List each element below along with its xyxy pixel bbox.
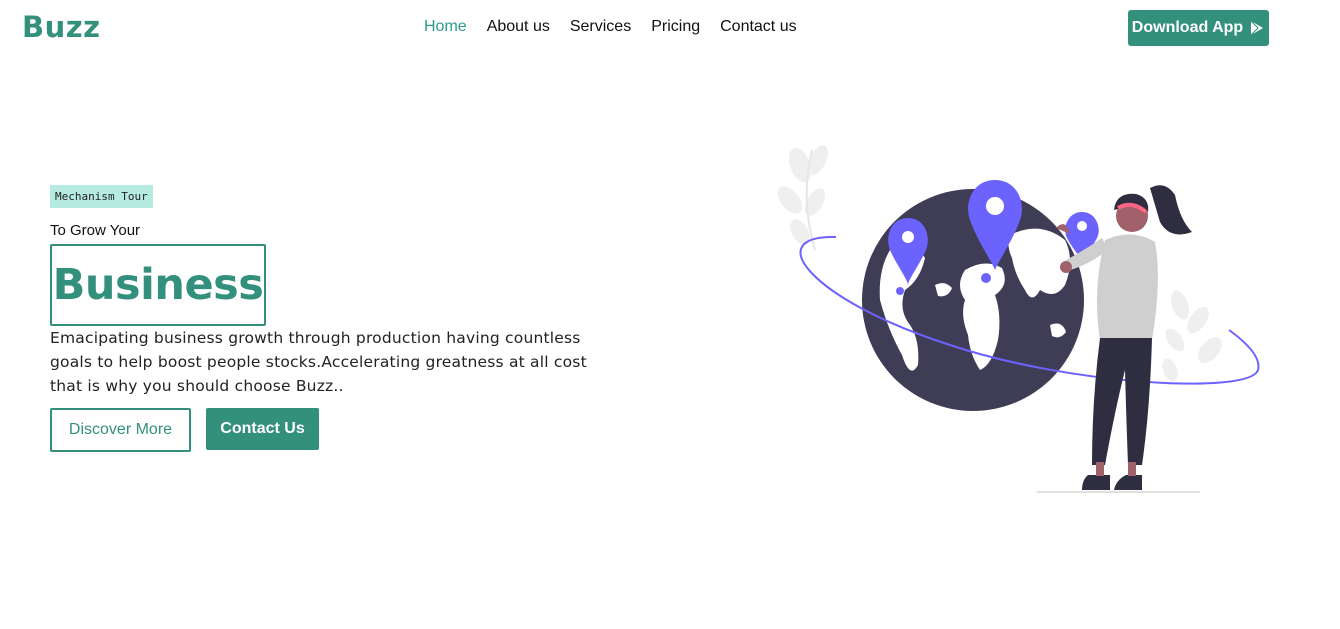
nav-home[interactable]: Home — [424, 18, 467, 36]
download-app-label: Download App — [1131, 19, 1244, 36]
contact-us-button[interactable]: Contact Us — [206, 408, 319, 450]
discover-more-button[interactable]: Discover More — [50, 408, 191, 452]
leaf-decoration-left-icon — [777, 145, 828, 251]
nav-services[interactable]: Services — [570, 18, 631, 36]
hero-tag: Mechanism Tour — [50, 185, 153, 208]
hero-description: Emacipating business growth through prod… — [50, 329, 587, 395]
play-store-icon — [1250, 20, 1264, 36]
hero-headline-box: Business — [50, 244, 266, 326]
download-app-button[interactable]: Download App — [1128, 10, 1269, 46]
hero-illustration — [777, 145, 1260, 493]
main-nav: Home About us Services Pricing Contact u… — [424, 18, 797, 36]
hero-headline: Business — [52, 260, 264, 310]
nav-about[interactable]: About us — [487, 18, 550, 36]
leaf-decoration-right-icon — [1162, 290, 1222, 382]
nav-contact[interactable]: Contact us — [720, 18, 796, 36]
brand-logo[interactable]: Buzz — [22, 10, 101, 44]
nav-pricing[interactable]: Pricing — [651, 18, 700, 36]
hero-subtitle: To Grow Your — [50, 222, 141, 239]
